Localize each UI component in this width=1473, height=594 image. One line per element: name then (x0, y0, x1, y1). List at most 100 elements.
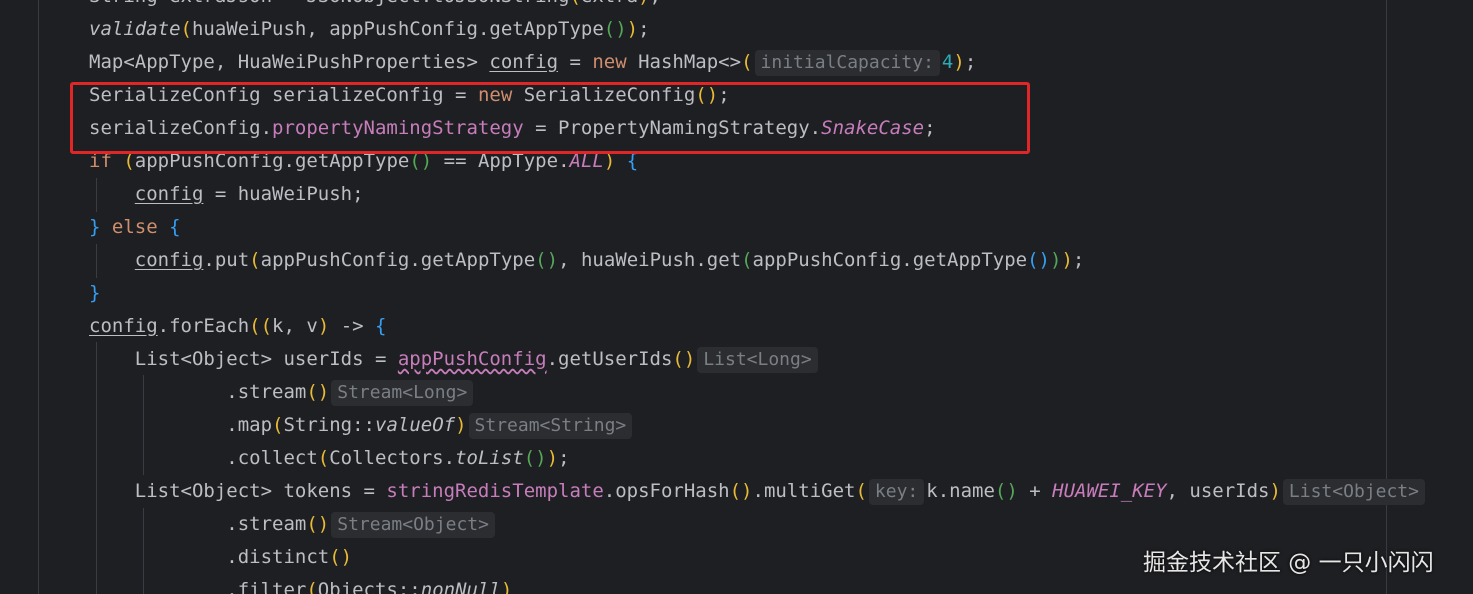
code-token: ) (1269, 480, 1281, 502)
code-token: () (1027, 249, 1050, 271)
code-token: () (672, 348, 696, 370)
code-token: .opsForHash (603, 480, 730, 502)
code-token: = (558, 51, 593, 73)
code-line[interactable]: .filter(Objects::nonNull) (89, 574, 512, 594)
code-token: Objects:: (317, 579, 421, 594)
code-token: ) (953, 51, 965, 73)
code-token: HUAWEI_KEY (1052, 480, 1167, 502)
code-token: } (89, 282, 101, 304)
code-token: Map<AppType, HuaWeiPushProperties> (89, 51, 490, 73)
code-line[interactable]: List<Object> userIds = appPushConfig.get… (89, 343, 820, 376)
code-token: ( (180, 18, 192, 40)
code-token: .put (203, 249, 250, 271)
code-token: () (523, 447, 547, 469)
code-line[interactable]: List<Object> tokens = stringRedisTemplat… (89, 475, 1427, 508)
code-line[interactable]: config = huaWeiPush; (89, 178, 364, 211)
code-token: () (306, 381, 330, 403)
code-token: ) (626, 18, 639, 40)
code-token: .multiGet (752, 480, 856, 502)
code-token: nonNull (420, 579, 501, 594)
code-token: ; (638, 18, 650, 40)
watermark: 掘金技术社区 @ 一只小闪闪 (1143, 550, 1434, 576)
code-token: config (134, 249, 204, 271)
code-token: .map (89, 414, 273, 436)
code-line[interactable]: .collect(Collectors.toList()); (89, 442, 570, 475)
code-token: String extraJson = JSONObject.toJSONStri… (89, 0, 569, 7)
code-token: ( (272, 414, 284, 436)
code-line[interactable]: .distinct() (89, 541, 352, 574)
code-token: + (1017, 480, 1053, 502)
code-token: List<Object> tokens = (89, 480, 387, 502)
code-token: .forEach (157, 315, 250, 337)
code-token: valueOf (375, 414, 456, 436)
code-token: ( (317, 447, 330, 469)
code-token: , huaWeiPush.get (558, 249, 742, 271)
code-token: () (306, 513, 330, 535)
code-token: ; (558, 447, 570, 469)
code-token: , userIds (1166, 480, 1270, 502)
code-token: Collectors. (329, 447, 456, 469)
code-token: appPushConfig.getAppType (752, 249, 1028, 271)
code-token: ) (1061, 249, 1073, 271)
inlay-hint: key: (868, 478, 925, 505)
code-token: () (535, 249, 559, 271)
code-token: k.name (926, 480, 995, 502)
code-token: .filter (89, 579, 307, 594)
code-token: ( (855, 480, 867, 502)
code-token: ) (1049, 249, 1062, 271)
code-editor[interactable]: String extraJson = JSONObject.toJSONStri… (0, 0, 1473, 594)
code-token: = huaWeiPush; (203, 183, 364, 205)
code-token: ; (964, 51, 977, 73)
inlay-hint: initialCapacity: (754, 49, 940, 76)
gutter-separator (38, 0, 39, 594)
code-token: ) (500, 579, 513, 594)
code-token: () (994, 480, 1018, 502)
code-token: ) (546, 447, 559, 469)
code-line[interactable]: .map(String::valueOf) Stream<String> (89, 409, 634, 442)
code-token: { (169, 216, 181, 238)
code-line[interactable]: } else { (89, 211, 181, 244)
code-token: huaWeiPush, appPushConfig.getAppType (191, 18, 604, 40)
inlay-hint: Stream<Object> (331, 511, 495, 538)
code-token: .collect (89, 447, 318, 469)
code-token: () (603, 18, 627, 40)
code-token: () (329, 546, 353, 568)
code-token: .getUserIds (546, 348, 673, 370)
code-token: stringRedisTemplate (386, 480, 604, 502)
code-line[interactable]: Map<AppType, HuaWeiPushProperties> confi… (89, 46, 976, 79)
code-line[interactable]: config.forEach((k, v) -> { (89, 310, 386, 343)
code-token: ( (741, 249, 753, 271)
inlay-hint: List<Long> (697, 346, 818, 373)
code-token: } (89, 216, 101, 238)
code-line[interactable]: config.put(appPushConfig.getAppType(), h… (89, 244, 1085, 277)
code-token: extra (581, 0, 638, 7)
code-token: -> (329, 315, 376, 337)
code-token: k, v (272, 315, 318, 337)
code-token: ; (650, 0, 661, 7)
code-token: 4 (941, 51, 954, 73)
inlay-hint: Stream<String> (468, 412, 633, 439)
code-line[interactable]: } (89, 277, 100, 310)
code-token: ( (249, 249, 261, 271)
code-line[interactable]: .stream() Stream<Object> (89, 508, 497, 541)
code-token: appPushConfig (397, 348, 547, 370)
code-token: config (89, 315, 158, 337)
code-token: else (111, 216, 158, 238)
code-token: ( (569, 0, 580, 7)
code-token: config (489, 51, 559, 73)
inlay-hint: Stream<Long> (331, 379, 474, 406)
code-token: toList (455, 447, 524, 469)
code-token: new (592, 51, 627, 73)
code-line[interactable]: String extraJson = JSONObject.toJSONStri… (89, 0, 661, 13)
code-token: () (729, 480, 753, 502)
code-line[interactable]: .stream() Stream<Long> (89, 376, 475, 409)
code-token: List<Object> userIds = (89, 348, 398, 370)
code-token: .stream (89, 381, 307, 403)
code-line[interactable]: validate(huaWeiPush, appPushConfig.getAp… (89, 13, 650, 46)
code-token: validate (89, 18, 181, 40)
code-token: (( (249, 315, 273, 337)
